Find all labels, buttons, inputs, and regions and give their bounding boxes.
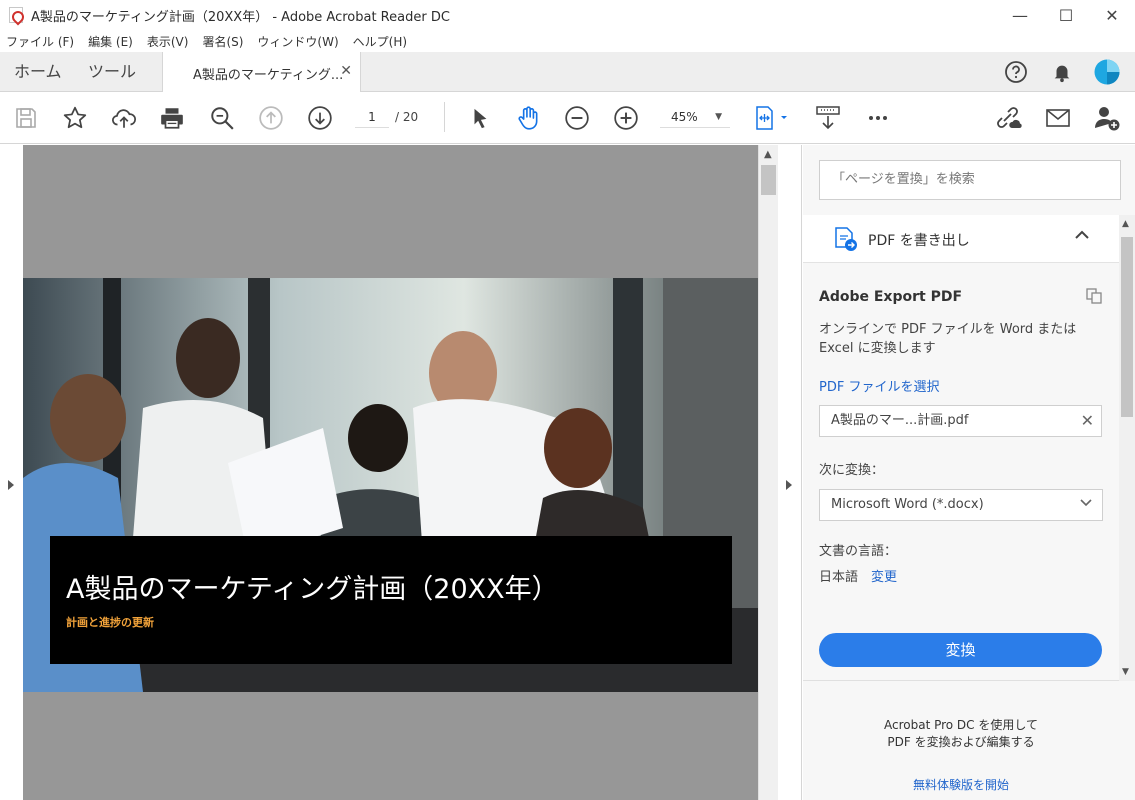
chevron-down-icon: ▼ — [715, 112, 722, 122]
free-trial-link[interactable]: 無料体験版を開始 — [803, 776, 1119, 793]
select-cursor-icon[interactable] — [466, 104, 494, 132]
help-icon[interactable] — [1003, 59, 1029, 85]
pro-promo-text: Acrobat Pro DC を使用して PDF を変換および編集する — [803, 717, 1119, 751]
fit-page-icon[interactable] — [752, 104, 792, 132]
clear-file-icon[interactable]: ✕ — [1081, 406, 1094, 436]
chevron-up-icon[interactable] — [1075, 228, 1089, 244]
scroll-down-icon[interactable]: ▼ — [1122, 667, 1129, 677]
menu-file[interactable]: ファイル (F) — [6, 33, 74, 50]
add-user-icon[interactable] — [1093, 104, 1121, 132]
pdf-page: A製品のマーケティング計画（20XX年） 計画と進捗の更新 — [23, 278, 758, 692]
right-panel-toggle[interactable] — [778, 145, 802, 800]
promo-line-2: PDF を変換および編集する — [887, 735, 1035, 749]
convert-to-label: 次に変換： — [819, 463, 885, 478]
page-total: / 20 — [395, 110, 419, 124]
tools-pane: 「ページを置換」を検索 PDF を書き出し Adobe Export PDF オ… — [803, 145, 1135, 800]
export-pdf-icon — [835, 227, 857, 251]
tab-tools[interactable]: ツール — [88, 52, 136, 92]
menu-sign[interactable]: 署名(S) — [202, 33, 243, 50]
scroll-mode-icon[interactable] — [814, 104, 842, 132]
previous-page-icon[interactable] — [257, 104, 285, 132]
scroll-up-icon[interactable]: ▲ — [764, 149, 772, 160]
menu-window[interactable]: ウィンドウ(W) — [257, 33, 338, 50]
promo-line-1: Acrobat Pro DC を使用して — [883, 718, 1039, 732]
expand-left-icon — [8, 480, 14, 490]
selected-file-field[interactable]: A製品のマー...計画.pdf ✕ — [819, 405, 1102, 437]
tab-home[interactable]: ホーム — [14, 52, 62, 92]
window-controls: — ☐ ✕ — [997, 0, 1135, 30]
slide-title: A製品のマーケティング計画（20XX年） — [66, 574, 559, 605]
tab-bar: ホーム ツール A製品のマーケティング... ✕ — [0, 52, 1135, 93]
slide-title-band: A製品のマーケティング計画（20XX年） 計画と進捗の更新 — [50, 536, 732, 664]
zoom-search-icon[interactable] — [208, 104, 236, 132]
pane-scrollbar-thumb[interactable] — [1121, 237, 1133, 417]
convert-format-select[interactable]: Microsoft Word (*.docx) — [819, 489, 1103, 521]
menu-help[interactable]: ヘルプ(H) — [353, 33, 407, 50]
zoom-out-icon[interactable] — [563, 104, 591, 132]
export-title: Adobe Export PDF — [819, 289, 963, 305]
maximize-button[interactable]: ☐ — [1043, 0, 1089, 30]
zoom-select[interactable]: 45% ▼ — [660, 106, 730, 128]
document-scrollbar[interactable]: ▲ — [758, 145, 778, 800]
zoom-value: 45% — [671, 110, 698, 124]
convert-button[interactable]: 変換 — [819, 633, 1102, 667]
change-language-link[interactable]: 変更 — [871, 566, 897, 585]
tab-document-label: A製品のマーケティング... — [193, 68, 344, 83]
copy-icon[interactable] — [1085, 287, 1103, 305]
toolbar-divider — [444, 102, 445, 132]
collapse-right-icon — [786, 480, 792, 490]
tool-search-input[interactable]: 「ページを置換」を検索 — [819, 160, 1121, 200]
export-pdf-header[interactable]: PDF を書き出し — [803, 215, 1119, 263]
scroll-up-icon[interactable]: ▲ — [1122, 219, 1129, 229]
document-view[interactable]: A製品のマーケティング計画（20XX年） 計画と進捗の更新 — [23, 145, 758, 800]
more-icon[interactable] — [864, 104, 892, 132]
bell-icon[interactable] — [1049, 59, 1075, 85]
export-pdf-body: Adobe Export PDF オンラインで PDF ファイルを Word ま… — [803, 263, 1119, 681]
upload-cloud-icon[interactable] — [110, 104, 138, 132]
toolbar: 1 / 20 45% ▼ — [0, 92, 1135, 144]
scrollbar-thumb[interactable] — [761, 165, 776, 195]
document-language-label: 文書の言語： — [819, 544, 898, 559]
page-number-input[interactable]: 1 — [355, 106, 389, 128]
convert-format-value: Microsoft Word (*.docx) — [831, 497, 984, 512]
print-icon[interactable] — [158, 104, 186, 132]
hand-tool-icon[interactable] — [514, 104, 542, 132]
tab-close-icon[interactable]: ✕ — [340, 63, 352, 79]
export-pdf-label: PDF を書き出し — [868, 233, 970, 249]
zoom-in-icon[interactable] — [612, 104, 640, 132]
star-icon[interactable] — [61, 104, 89, 132]
title-bar: A製品のマーケティング計画（20XX年） - Adobe Acrobat Rea… — [0, 0, 1135, 30]
selected-file-name: A製品のマー...計画.pdf — [831, 413, 969, 428]
export-description: オンラインで PDF ファイルを Word または Excel に変換します — [819, 322, 1077, 356]
menu-bar: ファイル (F) 編集 (E) 表示(V) 署名(S) ウィンドウ(W) ヘルプ… — [0, 30, 1135, 52]
tab-document[interactable]: A製品のマーケティング... ✕ — [162, 52, 361, 93]
window-title: A製品のマーケティング計画（20XX年） - Adobe Acrobat Rea… — [31, 9, 450, 25]
slide-subtitle: 計画と進捗の更新 — [66, 616, 154, 629]
pane-scrollbar[interactable]: ▲ ▼ — [1119, 215, 1135, 681]
next-page-icon[interactable] — [306, 104, 334, 132]
close-window-button[interactable]: ✕ — [1089, 0, 1135, 30]
chevron-down-icon — [1080, 490, 1092, 520]
avatar[interactable] — [1094, 59, 1120, 85]
document-language-value: 日本語 — [819, 570, 859, 585]
left-panel-toggle[interactable] — [0, 145, 23, 800]
save-icon[interactable] — [12, 104, 40, 132]
minimize-button[interactable]: — — [997, 0, 1043, 30]
email-icon[interactable] — [1044, 104, 1072, 132]
menu-view[interactable]: 表示(V) — [147, 33, 189, 50]
select-pdf-link[interactable]: PDF ファイルを選択 — [819, 376, 939, 395]
acrobat-app-icon — [9, 7, 23, 23]
menu-edit[interactable]: 編集 (E) — [88, 33, 133, 50]
share-link-icon[interactable] — [994, 104, 1022, 132]
